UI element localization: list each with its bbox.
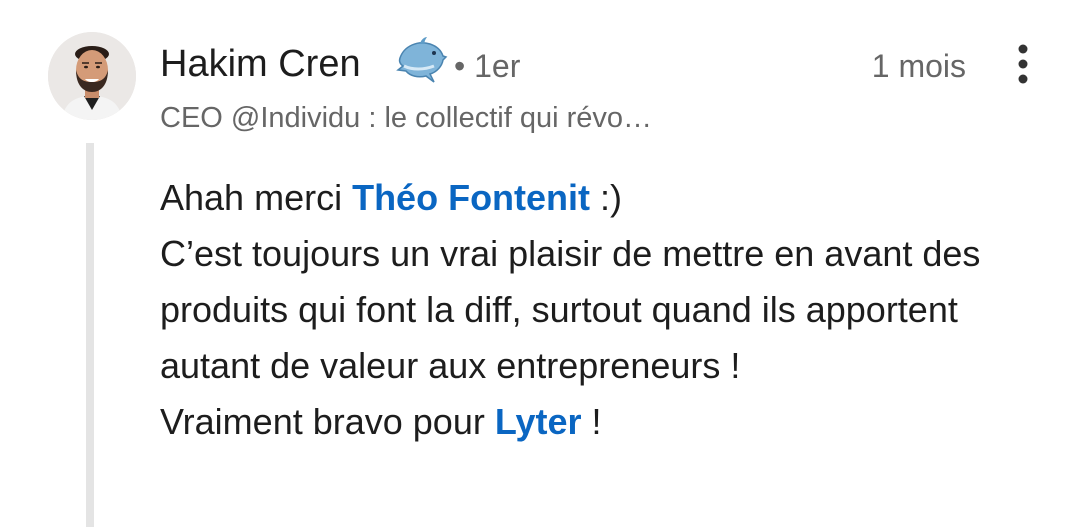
mention-link[interactable]: Lyter [495, 401, 582, 442]
comment-text: Vraiment bravo pour [160, 401, 495, 442]
author-headline: CEO @Individu : le collectif qui révo… [160, 102, 653, 134]
thread-line [86, 143, 94, 527]
mention-link[interactable]: Théo Fontenit [352, 177, 590, 218]
comment-card: Hakim Cren • 1er 1 mois CEO @Individu : … [0, 0, 1080, 527]
more-vertical-icon[interactable] [1010, 42, 1036, 86]
comment-line: Ahah merci Théo Fontenit :) [160, 170, 1040, 226]
comment-text: Ahah merci [160, 177, 353, 218]
comment-text: ! [581, 401, 602, 442]
connection-degree: • 1er [454, 48, 521, 84]
comment-text: :) [590, 177, 623, 218]
comment-time: 1 mois [871, 48, 966, 84]
comment-paragraph: C’est toujours un vrai plaisir de mettre… [160, 233, 981, 386]
comment-line: Vraiment bravo pour Lyter ! [160, 394, 1040, 450]
avatar[interactable] [48, 32, 136, 120]
dolphin-icon [394, 36, 448, 88]
comment-body: Ahah merci Théo Fontenit :) C’est toujou… [160, 170, 1040, 450]
author-name[interactable]: Hakim Cren [160, 40, 361, 88]
